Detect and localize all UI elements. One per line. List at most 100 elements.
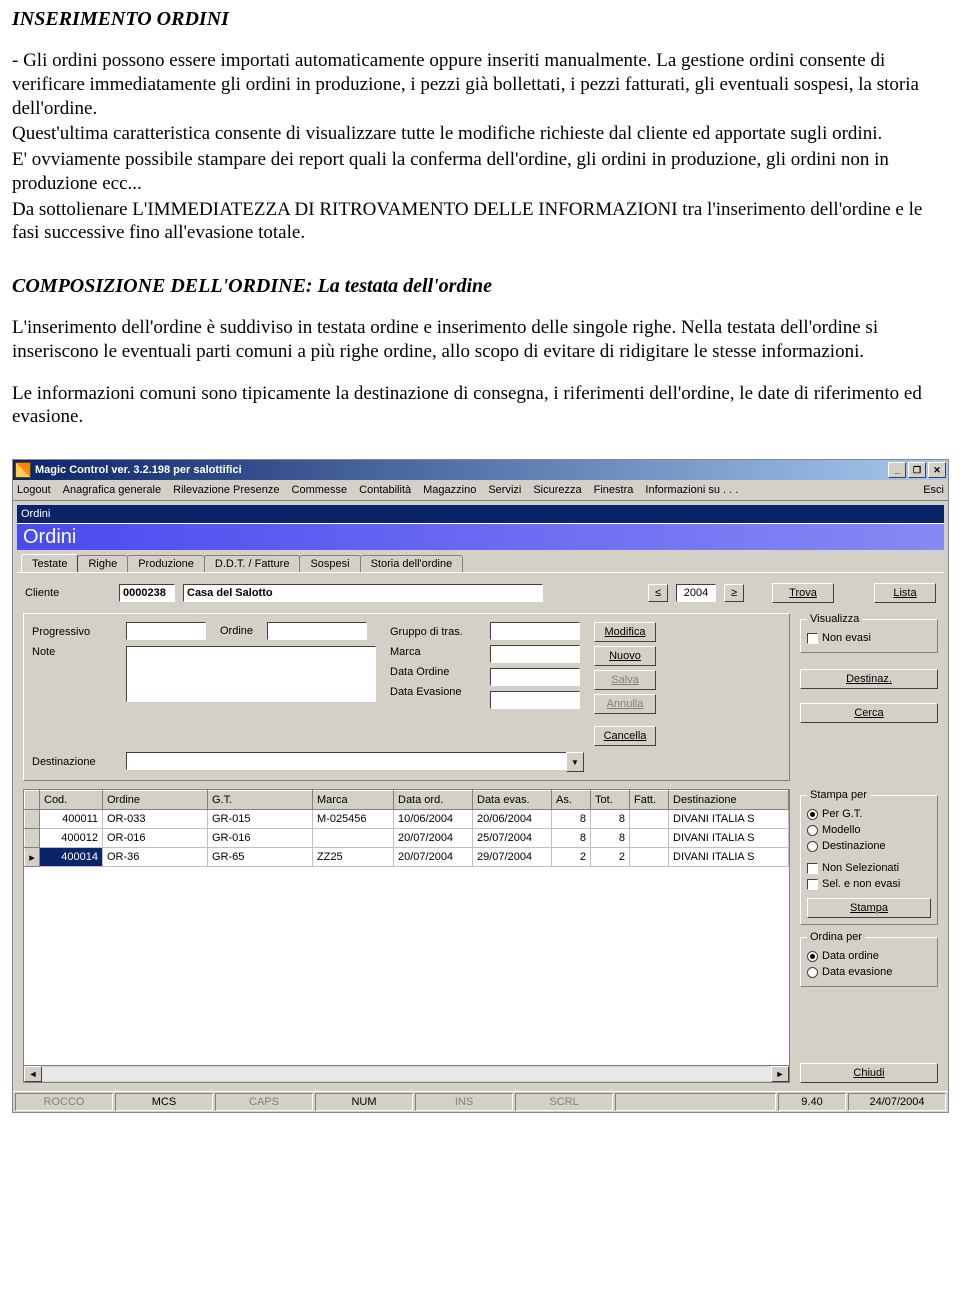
th-dataevas[interactable]: Data evas.: [473, 791, 552, 810]
cell-as[interactable]: 2: [552, 848, 591, 867]
trova-button[interactable]: Trova: [772, 583, 834, 603]
maximize-button[interactable]: ❐: [908, 462, 926, 478]
stampa-per-destinazione-radio[interactable]: Destinazione: [807, 838, 931, 854]
cell-tot[interactable]: 2: [591, 848, 630, 867]
cell-as[interactable]: 8: [552, 829, 591, 848]
cancella-button[interactable]: Cancella: [594, 726, 656, 746]
menu-rilevazione[interactable]: Rilevazione Presenze: [173, 484, 279, 496]
cell-ordine[interactable]: OR-016: [103, 829, 208, 848]
table-row[interactable]: 400011OR-033GR-015M-02545610/06/200420/0…: [25, 810, 789, 829]
th-as[interactable]: As.: [552, 791, 591, 810]
menu-info[interactable]: Informazioni su . . .: [645, 484, 738, 496]
destinazione-combo[interactable]: ▼: [126, 752, 584, 772]
note-textarea[interactable]: [126, 646, 376, 702]
annulla-button[interactable]: Annulla: [594, 694, 656, 714]
non-evasi-checkbox[interactable]: Non evasi: [807, 630, 931, 646]
ordina-data-ordine-radio[interactable]: Data ordine: [807, 948, 931, 964]
data-ordine-input[interactable]: [490, 668, 580, 686]
non-selezionati-checkbox[interactable]: Non Selezionati: [807, 860, 931, 876]
cell-tot[interactable]: 8: [591, 810, 630, 829]
cell-dest[interactable]: DIVANI ITALIA S: [669, 829, 789, 848]
table-horizontal-scrollbar[interactable]: ◄ ►: [24, 1065, 789, 1082]
tab-sospesi[interactable]: Sospesi: [299, 555, 360, 572]
cell-cod[interactable]: 400011: [40, 810, 103, 829]
year-next-button[interactable]: ≥: [724, 584, 744, 602]
year-input[interactable]: 2004: [676, 584, 716, 602]
th-ordine[interactable]: Ordine: [103, 791, 208, 810]
cell-ordine[interactable]: OR-36: [103, 848, 208, 867]
cell-tot[interactable]: 8: [591, 829, 630, 848]
th-dataord[interactable]: Data ord.: [394, 791, 473, 810]
row-selector[interactable]: [25, 829, 40, 848]
progressivo-input[interactable]: [126, 622, 206, 640]
nuovo-button[interactable]: Nuovo: [594, 646, 656, 666]
cell-cod[interactable]: 400012: [40, 829, 103, 848]
minimize-button[interactable]: _: [888, 462, 906, 478]
cell-marca[interactable]: [313, 829, 394, 848]
th-gt[interactable]: G.T.: [208, 791, 313, 810]
data-evasione-input[interactable]: [490, 691, 580, 709]
menu-servizi[interactable]: Servizi: [488, 484, 521, 496]
cell-devas[interactable]: 20/06/2004: [473, 810, 552, 829]
ordine-input[interactable]: [267, 622, 367, 640]
tab-storia[interactable]: Storia dell'ordine: [360, 555, 464, 572]
row-selector[interactable]: ▸: [25, 848, 40, 867]
menu-commesse[interactable]: Commesse: [292, 484, 348, 496]
chevron-down-icon[interactable]: ▼: [566, 752, 584, 772]
th-marca[interactable]: Marca: [313, 791, 394, 810]
cell-devas[interactable]: 25/07/2004: [473, 829, 552, 848]
cerca-button[interactable]: Cerca: [800, 703, 938, 723]
scroll-right-icon[interactable]: ►: [771, 1066, 789, 1082]
cliente-code-input[interactable]: 0000238: [119, 584, 175, 602]
cell-as[interactable]: 8: [552, 810, 591, 829]
close-button[interactable]: ✕: [928, 462, 946, 478]
orders-table[interactable]: Cod. Ordine G.T. Marca Data ord. Data ev…: [23, 789, 790, 1083]
cell-fatt[interactable]: [630, 829, 669, 848]
cliente-name-input[interactable]: Casa del Salotto: [183, 584, 543, 602]
tab-ddt-fatture[interactable]: D.D.T. / Fatture: [204, 555, 301, 572]
cell-fatt[interactable]: [630, 848, 669, 867]
cell-devas[interactable]: 29/07/2004: [473, 848, 552, 867]
th-tot[interactable]: Tot.: [591, 791, 630, 810]
ordina-data-evasione-radio[interactable]: Data evasione: [807, 964, 931, 980]
year-prev-button[interactable]: ≤: [648, 584, 668, 602]
salva-button[interactable]: Salva: [594, 670, 656, 690]
cell-gt[interactable]: GR-65: [208, 848, 313, 867]
stampa-button[interactable]: Stampa: [807, 898, 931, 918]
th-dest[interactable]: Destinazione: [669, 791, 789, 810]
scroll-left-icon[interactable]: ◄: [24, 1066, 42, 1082]
stampa-per-gt-radio[interactable]: Per G.T.: [807, 806, 931, 822]
table-row[interactable]: ▸400014OR-36GR-65ZZ2520/07/200429/07/200…: [25, 848, 789, 867]
cell-marca[interactable]: M-025456: [313, 810, 394, 829]
menu-finestra[interactable]: Finestra: [594, 484, 634, 496]
cell-dest[interactable]: DIVANI ITALIA S: [669, 848, 789, 867]
cell-gt[interactable]: GR-016: [208, 829, 313, 848]
cell-fatt[interactable]: [630, 810, 669, 829]
marca-input[interactable]: [490, 645, 580, 663]
cell-dord[interactable]: 20/07/2004: [394, 829, 473, 848]
cell-ordine[interactable]: OR-033: [103, 810, 208, 829]
cell-cod[interactable]: 400014: [40, 848, 103, 867]
tab-righe[interactable]: Righe: [77, 555, 128, 572]
menu-logout[interactable]: Logout: [17, 484, 51, 496]
cell-dest[interactable]: DIVANI ITALIA S: [669, 810, 789, 829]
th-cod[interactable]: Cod.: [40, 791, 103, 810]
th-fatt[interactable]: Fatt.: [630, 791, 669, 810]
menu-sicurezza[interactable]: Sicurezza: [533, 484, 581, 496]
destinaz-button[interactable]: Destinaz.: [800, 669, 938, 689]
cell-dord[interactable]: 10/06/2004: [394, 810, 473, 829]
sel-non-evasi-checkbox[interactable]: Sel. e non evasi: [807, 876, 931, 892]
table-row[interactable]: 400012OR-016GR-01620/07/200425/07/200488…: [25, 829, 789, 848]
menu-esci[interactable]: Esci: [923, 484, 944, 496]
menu-contabilita[interactable]: Contabilità: [359, 484, 411, 496]
cell-gt[interactable]: GR-015: [208, 810, 313, 829]
tab-testate[interactable]: Testate: [21, 554, 78, 572]
cell-dord[interactable]: 20/07/2004: [394, 848, 473, 867]
modifica-button[interactable]: Modifica: [594, 622, 656, 642]
cell-marca[interactable]: ZZ25: [313, 848, 394, 867]
lista-button[interactable]: Lista: [874, 583, 936, 603]
menu-magazzino[interactable]: Magazzino: [423, 484, 476, 496]
tab-produzione[interactable]: Produzione: [127, 555, 205, 572]
chiudi-button[interactable]: Chiudi: [800, 1063, 938, 1083]
menu-anagrafica[interactable]: Anagrafica generale: [63, 484, 161, 496]
